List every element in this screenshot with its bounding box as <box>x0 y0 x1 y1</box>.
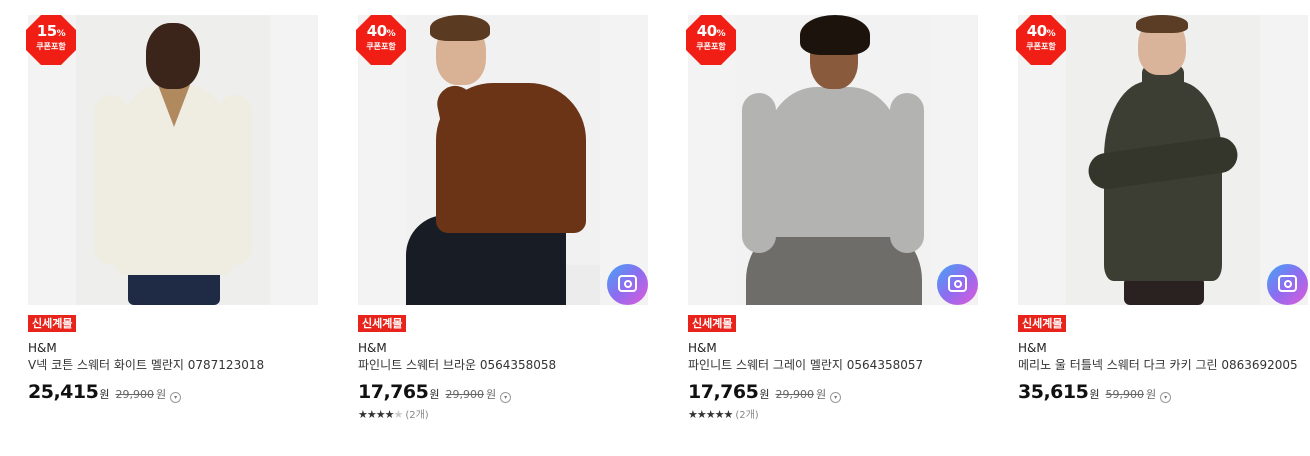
original-price: 29,900 <box>775 388 814 401</box>
rating: ★★★★★ (2개) <box>688 408 759 423</box>
sale-price: 17,765 <box>358 381 429 403</box>
store-tag: 신세계몰 <box>1018 315 1067 332</box>
sale-price: 35,615 <box>1018 381 1089 403</box>
camera-icon[interactable] <box>1267 264 1308 305</box>
rating: ★★★★★ (2개) <box>358 408 429 423</box>
original-price: 59,900 <box>1105 388 1144 401</box>
original-price: 29,900 <box>115 388 154 401</box>
store-tag: 신세계몰 <box>28 315 77 332</box>
product-photo <box>406 15 600 305</box>
product-name[interactable]: 파인니트 스웨터 그레이 멜란지 0564358057 <box>688 357 923 373</box>
product-grid: 15% 쿠폰포함 신세계몰 H&M V넥 코튼 스웨터 화이트 멜란지 0787… <box>0 0 1310 456</box>
product-name[interactable]: 메리노 울 터틀넥 스웨터 다크 카키 그린 0863692005 <box>1018 357 1298 373</box>
product-brand: H&M <box>688 341 717 355</box>
original-price: 29,900 <box>445 388 484 401</box>
info-circle-icon[interactable]: ▾ <box>1160 392 1172 403</box>
product-name[interactable]: V넥 코튼 스웨터 화이트 멜란지 0787123018 <box>28 357 264 373</box>
price-row: 17,765원 29,900 원 ▾ <box>358 381 512 405</box>
info-circle-icon[interactable]: ▾ <box>830 392 842 403</box>
discount-badge: 15% 쿠폰포함 <box>26 15 76 65</box>
discount-badge: 40% 쿠폰포함 <box>356 15 406 65</box>
product-card[interactable]: 40% 쿠폰포함 신세계몰 H&M 파인니트 스웨터 브라운 056435805… <box>356 15 648 435</box>
discount-badge: 40% 쿠폰포함 <box>686 15 736 65</box>
product-image[interactable] <box>688 15 978 305</box>
product-card[interactable]: 40% 쿠폰포함 신세계몰 H&M 파인니트 스웨터 그레이 멜란지 05643… <box>686 15 978 435</box>
product-photo <box>1066 15 1260 305</box>
price-row: 35,615원 59,900 원 ▾ <box>1018 381 1172 405</box>
store-tag: 신세계몰 <box>688 315 737 332</box>
product-brand: H&M <box>358 341 387 355</box>
product-photo <box>76 15 270 305</box>
review-count: (2개) <box>405 410 429 421</box>
store-tag: 신세계몰 <box>358 315 407 332</box>
product-name[interactable]: 파인니트 스웨터 브라운 0564358058 <box>358 357 556 373</box>
price-row: 25,415원 29,900 원 ▾ <box>28 381 182 405</box>
sale-price: 25,415 <box>28 381 99 403</box>
price-row: 17,765원 29,900 원 ▾ <box>688 381 842 405</box>
star-rating-icon: ★★★★★ <box>358 408 403 421</box>
product-image[interactable] <box>358 15 648 305</box>
star-rating-icon: ★★★★★ <box>688 408 733 421</box>
product-brand: H&M <box>28 341 57 355</box>
sale-price: 17,765 <box>688 381 759 403</box>
review-count: (2개) <box>735 410 759 421</box>
discount-badge: 40% 쿠폰포함 <box>1016 15 1066 65</box>
info-circle-icon[interactable]: ▾ <box>500 392 512 403</box>
product-photo <box>736 15 930 305</box>
product-image[interactable] <box>1018 15 1308 305</box>
camera-icon[interactable] <box>607 264 648 305</box>
product-image[interactable] <box>28 15 318 305</box>
product-brand: H&M <box>1018 341 1047 355</box>
info-circle-icon[interactable]: ▾ <box>170 392 182 403</box>
camera-icon[interactable] <box>937 264 978 305</box>
product-card[interactable]: 40% 쿠폰포함 신세계몰 H&M 메리노 울 터틀넥 스웨터 다크 카키 그린… <box>1016 15 1308 435</box>
product-card[interactable]: 15% 쿠폰포함 신세계몰 H&M V넥 코튼 스웨터 화이트 멜란지 0787… <box>26 15 318 435</box>
